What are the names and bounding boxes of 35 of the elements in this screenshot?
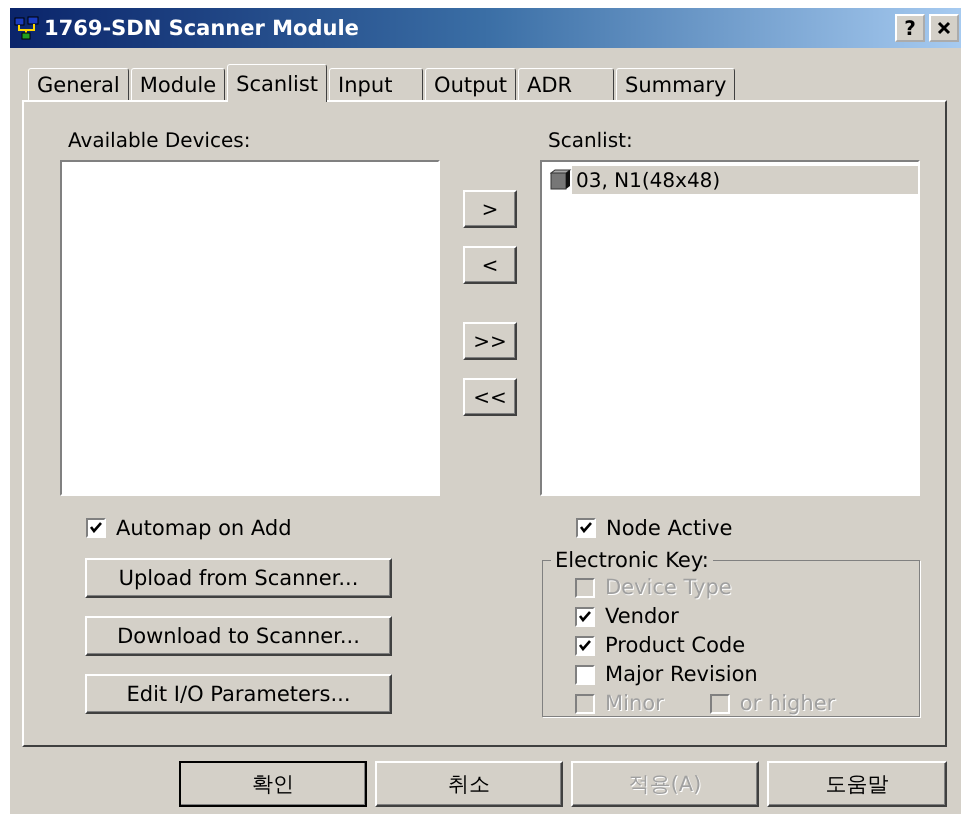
check-icon [579, 521, 593, 535]
window-title: 1769-SDN Scanner Module [44, 16, 359, 40]
dialog-button[interactable]: 도움말 [767, 761, 947, 807]
action-button[interactable]: Download to Scanner... [85, 616, 392, 656]
action-button[interactable]: Upload from Scanner... [85, 558, 392, 598]
key-checkbox[interactable]: Major Revision [575, 660, 758, 689]
move-button[interactable]: >> [463, 322, 517, 360]
close-icon [937, 21, 951, 35]
action-button[interactable]: Edit I/O Parameters... [85, 674, 392, 714]
key-checkbox[interactable]: Vendor [575, 602, 679, 631]
network-icon [14, 16, 40, 40]
move-button[interactable]: << [463, 378, 517, 416]
dialog-button[interactable]: 확인 [179, 761, 367, 807]
move-button[interactable]: > [463, 190, 517, 228]
check-icon [89, 521, 103, 535]
tab[interactable]: ADR [518, 68, 614, 100]
tab[interactable]: Summary [616, 68, 736, 100]
move-button[interactable]: < [463, 246, 517, 284]
scanlist-item[interactable]: 03, N1(48x48) [572, 166, 918, 194]
tab[interactable]: Module [130, 68, 226, 100]
node-active-checkbox[interactable]: Node Active [576, 514, 920, 542]
check-icon [578, 638, 592, 652]
tab[interactable]: Input [329, 68, 424, 100]
scanlist-label: Scanlist: [548, 128, 634, 152]
automap-checkbox[interactable]: Automap on Add [86, 514, 440, 542]
available-devices-label: Available Devices: [68, 128, 252, 152]
check-icon [578, 610, 592, 624]
device-icon [550, 169, 572, 191]
tab[interactable]: Scanlist [227, 64, 328, 102]
close-button[interactable] [929, 14, 959, 42]
key-checkbox[interactable]: Product Code [575, 631, 746, 660]
tab[interactable]: General [28, 68, 129, 100]
help-button[interactable]: ? [895, 14, 925, 42]
tab[interactable]: Output [425, 68, 516, 100]
dialog-button[interactable]: 취소 [375, 761, 563, 807]
